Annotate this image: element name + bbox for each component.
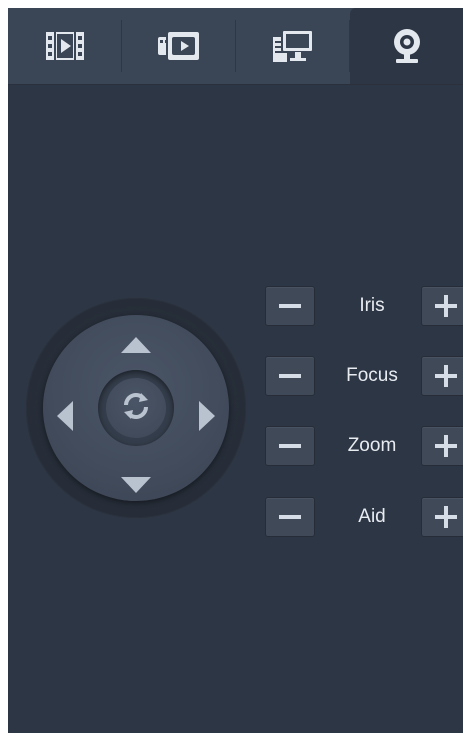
tab-video-device[interactable] (122, 8, 236, 84)
refresh-icon (120, 390, 152, 427)
pan-up-arrow-icon[interactable] (120, 336, 152, 359)
zoom-label: Zoom (347, 435, 397, 456)
minus-icon (279, 444, 301, 448)
ptz-panel: Iris Focus Zoom Aid (8, 8, 463, 733)
pan-right-arrow-icon[interactable] (198, 400, 216, 437)
focus-decrease-button[interactable] (265, 356, 315, 396)
plus-icon (435, 506, 457, 528)
tab-webcam[interactable] (350, 8, 463, 84)
iris-label: Iris (359, 295, 385, 316)
aid-label: Aid (358, 506, 386, 527)
plus-icon (435, 435, 457, 457)
film-icon (45, 31, 85, 61)
ptz-reset-button[interactable] (106, 378, 166, 438)
focus-increase-button[interactable] (421, 356, 463, 396)
monitor-device-icon (272, 29, 314, 63)
pan-down-arrow-icon[interactable] (120, 476, 152, 499)
zoom-increase-button[interactable] (421, 426, 463, 466)
focus-label: Focus (346, 365, 398, 386)
tab-film[interactable] (8, 8, 122, 84)
plus-icon (435, 295, 457, 317)
tab-bar (8, 8, 463, 85)
pan-left-arrow-icon[interactable] (56, 400, 74, 437)
video-device-icon (157, 30, 201, 62)
plus-icon (435, 365, 457, 387)
minus-icon (279, 515, 301, 519)
tab-monitor-device[interactable] (236, 8, 350, 84)
minus-icon (279, 304, 301, 308)
aid-decrease-button[interactable] (265, 497, 315, 537)
webcam-icon (391, 27, 423, 65)
zoom-decrease-button[interactable] (265, 426, 315, 466)
aid-increase-button[interactable] (421, 497, 463, 537)
iris-increase-button[interactable] (421, 286, 463, 326)
minus-icon (279, 374, 301, 378)
iris-decrease-button[interactable] (265, 286, 315, 326)
